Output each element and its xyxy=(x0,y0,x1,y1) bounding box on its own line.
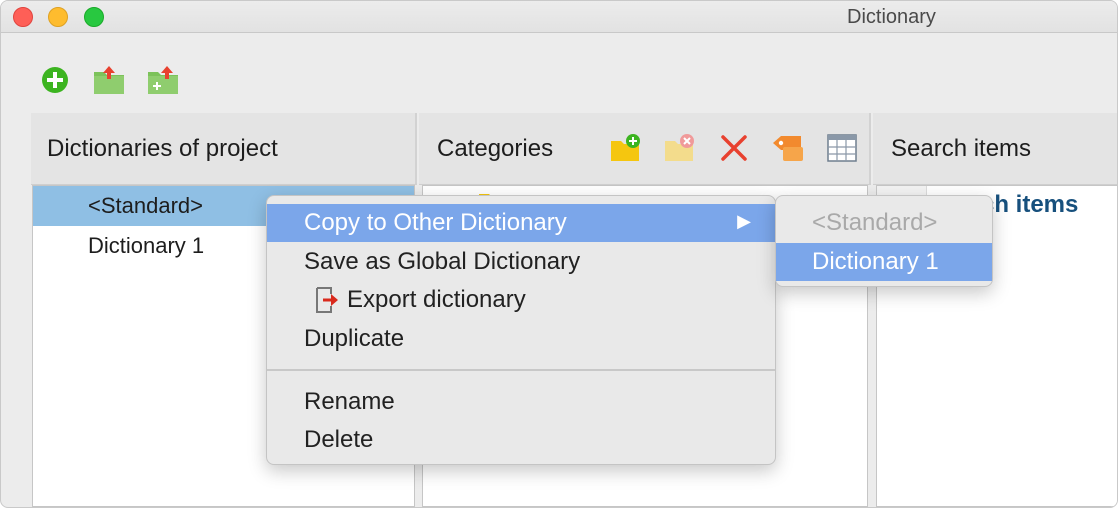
remove-category-button[interactable] xyxy=(663,131,697,165)
title-bar: Dictionary xyxy=(1,1,1117,33)
minimize-window-button[interactable] xyxy=(48,7,68,27)
maximize-window-button[interactable] xyxy=(84,7,104,27)
add-icon xyxy=(42,67,68,93)
submenu-arrow-icon: ▶ xyxy=(737,211,751,231)
import-dictionary-button[interactable] xyxy=(93,65,125,95)
menu-item-rename[interactable]: Rename xyxy=(267,383,775,421)
menu-item-label: Copy to Other Dictionary xyxy=(304,209,567,236)
export-icon xyxy=(316,287,338,313)
menu-separator xyxy=(267,369,775,371)
remove-category-icon xyxy=(665,134,694,161)
menu-item-export-dictionary[interactable]: Export dictionary xyxy=(267,281,775,319)
categories-panel-header: Categories xyxy=(419,113,871,185)
menu-item-delete[interactable]: Delete xyxy=(267,421,775,459)
menu-item-copy-to-other-dictionary[interactable]: Copy to Other Dictionary ▶ xyxy=(267,204,775,242)
import-folder-icon xyxy=(94,66,124,94)
search-items-link[interactable]: ch items xyxy=(981,191,1078,219)
tag-icon xyxy=(773,136,803,161)
new-category-button[interactable] xyxy=(609,131,643,165)
delete-icon xyxy=(721,135,747,161)
add-dictionary-button[interactable] xyxy=(39,65,71,95)
new-category-icon xyxy=(611,134,640,161)
delete-category-button[interactable] xyxy=(717,131,751,165)
menu-item-save-as-global-dictionary[interactable]: Save as Global Dictionary xyxy=(267,243,775,281)
close-window-button[interactable] xyxy=(13,7,33,27)
add-folder-icon xyxy=(148,66,178,94)
toolbar xyxy=(1,33,1117,113)
tag-button[interactable] xyxy=(771,131,805,165)
context-menu: Copy to Other Dictionary ▶ Save as Globa… xyxy=(266,195,776,465)
add-folder-button[interactable] xyxy=(147,65,179,95)
categories-panel-title: Categories xyxy=(437,134,554,162)
submenu-item-dictionary-1[interactable]: Dictionary 1 xyxy=(776,243,992,281)
dictionaries-panel-header: Dictionaries of project xyxy=(31,113,417,185)
copy-to-dictionary-submenu: <Standard> Dictionary 1 xyxy=(775,195,993,287)
search-panel-title: Search items xyxy=(891,134,1032,162)
dictionaries-panel-title: Dictionaries of project xyxy=(47,134,278,162)
window-title: Dictionary xyxy=(847,6,936,28)
menu-item-label: Export dictionary xyxy=(347,286,526,313)
search-panel-header: Search items xyxy=(873,113,1117,185)
submenu-item-standard: <Standard> xyxy=(812,209,938,236)
table-view-button[interactable] xyxy=(825,131,859,165)
table-icon xyxy=(827,134,857,162)
dictionary-window: Dictionary Dictionaries of project Categ… xyxy=(0,0,1118,508)
menu-item-duplicate[interactable]: Duplicate xyxy=(267,320,775,358)
